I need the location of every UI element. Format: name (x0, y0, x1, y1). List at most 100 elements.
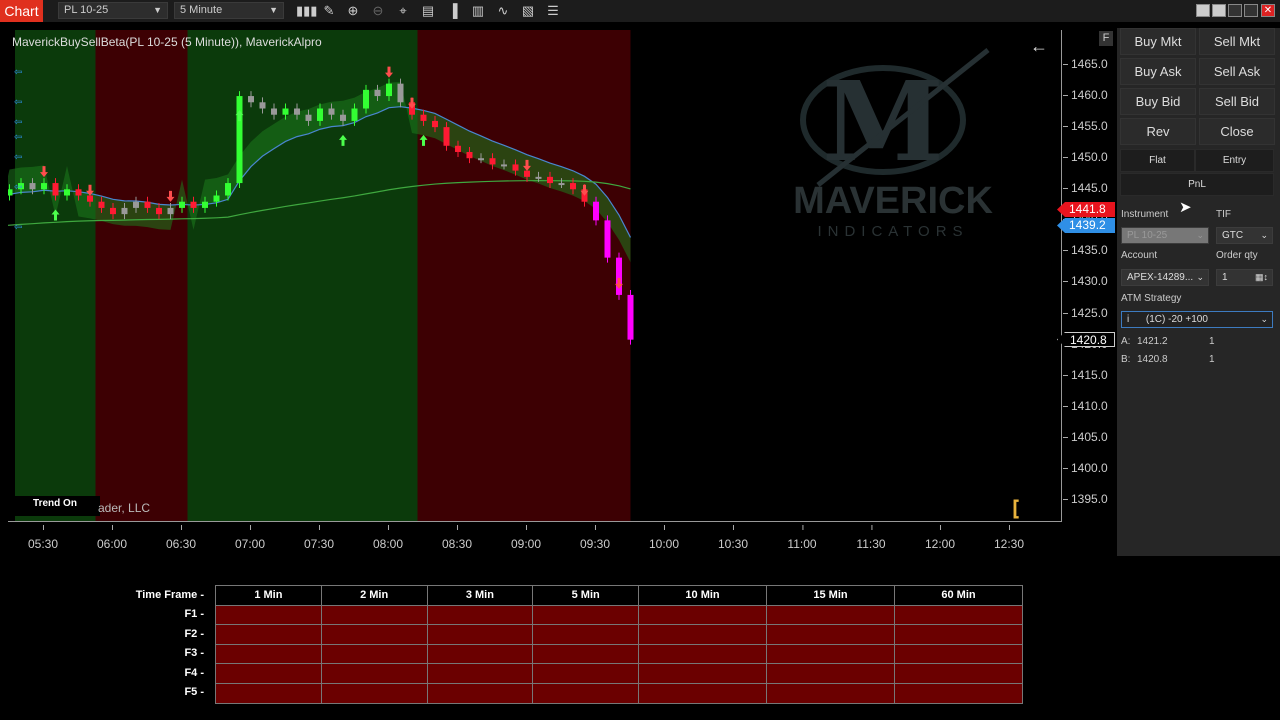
grid-cell (893, 643, 1024, 665)
close-window-button[interactable]: ✕ (1261, 4, 1275, 17)
chevron-down-icon: ⌄ (1196, 230, 1204, 240)
candle-body (87, 195, 93, 202)
candle-body (501, 164, 507, 167)
bar-timer: [ 09:53:55 ]05 (974, 497, 1059, 521)
logo-text: MAVERICK (793, 180, 993, 222)
bid-price-label: 1439.2 (1057, 218, 1115, 233)
candle-body (616, 257, 622, 295)
price-tick: 1415.0 (1063, 367, 1108, 382)
grid-column-header: 60 Min (893, 585, 1024, 606)
buy-bid-button[interactable]: Buy Bid (1120, 88, 1196, 115)
buy-ask-button[interactable]: Buy Ask (1120, 58, 1196, 85)
account-dropdown[interactable]: APEX-14289... ⌄ (1121, 269, 1209, 286)
order-qty-value: 1 (1222, 272, 1228, 283)
trend-background-down (95, 30, 194, 521)
close-position-button[interactable]: Close (1199, 118, 1275, 145)
chevron-down-icon: ⌄ (1260, 230, 1268, 240)
chart-panel[interactable]: ⇦ ⇦ ⇦ ⇦ ⇦ ⇦ ⇦ M MAVERICK INDICATORS MaverickBu… (8, 30, 1062, 522)
properties-icon[interactable]: ▧ (519, 3, 537, 19)
arrow-left-icon[interactable]: ← (1030, 36, 1048, 57)
candle-body (8, 189, 13, 196)
time-tick: 09:00 (510, 525, 542, 551)
time-tick: 10:30 (717, 525, 749, 551)
sell-market-button[interactable]: Sell Mkt (1199, 28, 1275, 55)
sell-bid-button[interactable]: Sell Bid (1199, 88, 1275, 115)
candle-body (363, 89, 369, 109)
price-tick: 1400.0 (1063, 460, 1108, 475)
candle-body (225, 183, 231, 196)
price-tick: 1395.0 (1063, 491, 1108, 506)
price-tick: 1445.0 (1063, 181, 1108, 196)
grid-cell (320, 663, 428, 684)
time-axis[interactable]: 05:30 06:00 06:30 07:00 07:30 08:00 08:30 09:00… (8, 523, 1062, 553)
grid-cell (532, 604, 640, 626)
crosshair-icon[interactable]: ⌖ (394, 3, 412, 19)
draw-object-marker-icon: ⇦ (14, 67, 22, 78)
time-tick: 11:30 (856, 525, 886, 551)
candle-body (432, 120, 438, 128)
tif-dropdown[interactable]: GTC ⌄ (1216, 227, 1273, 244)
minimize-button[interactable] (1228, 4, 1242, 17)
grid-cell (320, 643, 428, 665)
flat-status: Flat (1120, 149, 1195, 172)
grid-column-header: 2 Min (320, 585, 428, 606)
indicators-icon[interactable]: ∿ (494, 3, 512, 19)
candle-body (351, 108, 358, 121)
templates-icon[interactable]: ▐ (444, 3, 462, 19)
chevron-down-icon: ⌄ (1260, 314, 1268, 324)
price-axis[interactable]: F 1465.01460.01455.01450.01445.01440.014… (1057, 30, 1115, 522)
candle-body (271, 108, 277, 115)
chevron-down-icon: ⌄ (1196, 272, 1204, 282)
chevron-down-icon: ▼ (269, 5, 278, 15)
candle-body (259, 102, 266, 109)
trend-on-button[interactable]: Trend On (10, 496, 100, 516)
toolbar: Chart PL 10-25 ▼ 5 Minute ▼ ▮▮▮ ✎ ⊕ ⊖ ⌖ ▤ … (0, 0, 1280, 22)
copyright-text: ader, LLC (98, 501, 151, 515)
time-tick: 07:00 (234, 525, 266, 551)
time-tick: 09:30 (579, 525, 611, 551)
candle-body (248, 96, 254, 103)
candle-body (547, 176, 553, 184)
f-button[interactable]: F (1099, 31, 1113, 46)
zoom-out-icon[interactable]: ⊖ (369, 3, 387, 19)
instrument-dropdown[interactable]: PL 10-25 ⌄ (1121, 227, 1209, 244)
tif-label: TIF (1216, 209, 1231, 220)
order-qty-stepper[interactable]: 1 ▦↕ (1216, 269, 1273, 286)
time-tick: 08:30 (441, 525, 473, 551)
ask-price-label: 1441.8 (1057, 202, 1115, 217)
data-box-icon[interactable]: ▤ (419, 3, 437, 19)
grid-cell (766, 643, 895, 665)
time-tick: 12:00 (924, 525, 956, 551)
reverse-button[interactable]: Rev (1120, 118, 1196, 145)
draw-object-marker-icon: ⇦ (14, 152, 22, 163)
window-tile-icon[interactable] (1196, 4, 1210, 17)
maximize-button[interactable] (1244, 4, 1258, 17)
chart-trader-panel: Buy Mkt Sell Mkt Buy Ask Sell Ask Buy Bi… (1117, 28, 1280, 556)
row-label-f5: F5 - (184, 686, 204, 698)
candle-body (570, 183, 576, 190)
trend-background-up (15, 30, 102, 521)
grid-cell (893, 604, 1024, 626)
instrument-select[interactable]: PL 10-25 ▼ (58, 2, 168, 19)
price-tick: 1430.0 (1063, 274, 1108, 289)
interval-select[interactable]: 5 Minute ▼ (174, 2, 284, 19)
candle-body (328, 108, 335, 115)
bar-type-icon[interactable]: ▮▮▮ (296, 3, 317, 19)
draw-object-marker-icon: ⇦ (14, 222, 22, 233)
chart-tab[interactable]: Chart (0, 0, 43, 22)
sell-ask-button[interactable]: Sell Ask (1199, 58, 1275, 85)
window-restore-icon[interactable] (1212, 4, 1226, 17)
grid-cell (766, 682, 895, 704)
list-icon[interactable]: ☰ (544, 3, 562, 19)
candle-body (282, 108, 289, 115)
time-tick: 06:00 (96, 525, 128, 551)
buy-market-button[interactable]: Buy Mkt (1120, 28, 1196, 55)
grid-cell (893, 682, 1024, 704)
draw-object-marker-icon: ⇦ (14, 132, 22, 143)
atm-strategy-dropdown[interactable]: i (1C) -20 +100 ⌄ (1121, 311, 1273, 328)
zoom-in-icon[interactable]: ⊕ (344, 3, 362, 19)
strategies-icon[interactable]: ▥ (469, 3, 487, 19)
grid-cell (893, 663, 1024, 684)
calculator-icon[interactable]: ▦↕ (1255, 270, 1268, 285)
pencil-icon[interactable]: ✎ (320, 3, 338, 19)
